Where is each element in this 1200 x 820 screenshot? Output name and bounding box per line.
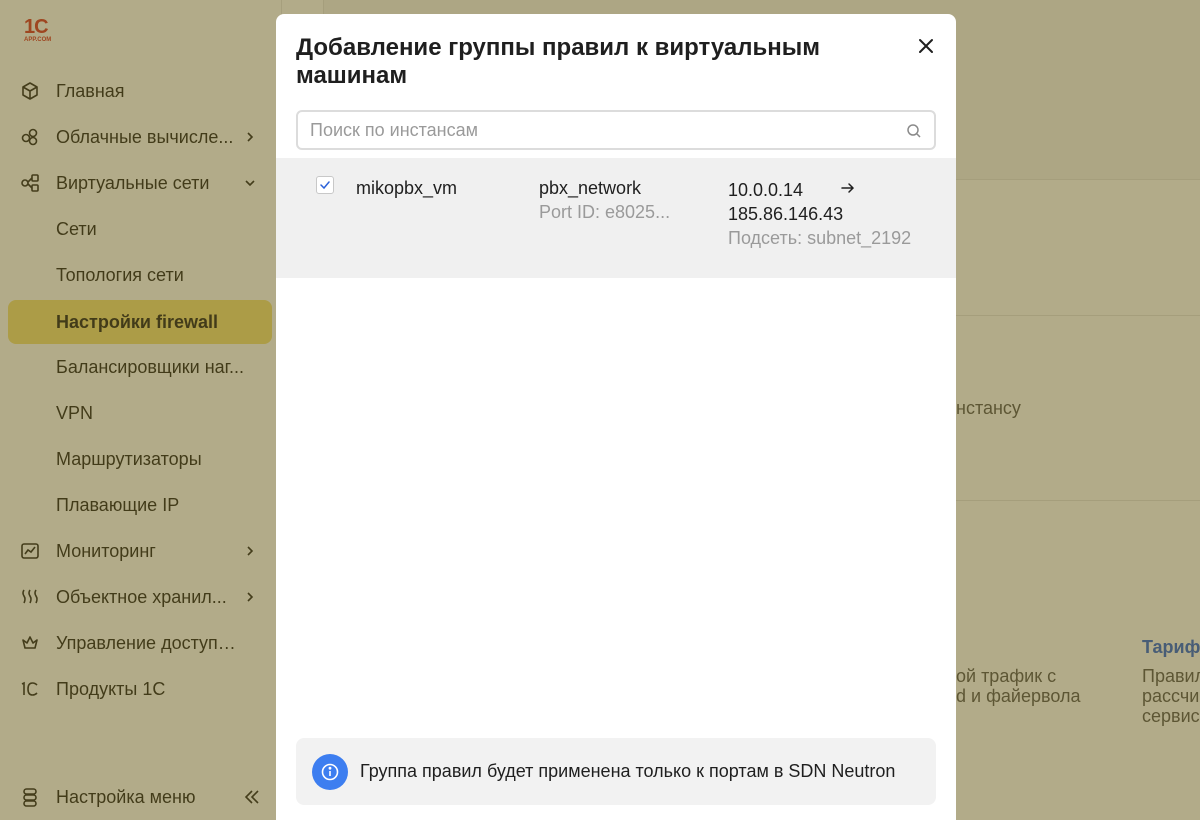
public-ip: 185.86.146.43 [728,204,844,224]
add-rule-group-dialog: Добавление группы правил к виртуальным м… [276,14,956,820]
info-banner: Группа правил будет применена только к п… [296,738,936,805]
dialog-title: Добавление группы правил к виртуальным м… [296,34,820,89]
network-name: pbx_network [539,178,642,198]
port-id: Port ID: e8025... [539,202,671,222]
subnet-name: Подсеть: subnet_2192 [728,228,912,248]
info-icon [312,753,348,790]
search-icon [907,124,921,138]
arrow-right-icon [841,183,855,193]
close-button[interactable] [912,32,940,60]
info-text: Группа правил будет применена только к п… [360,761,896,781]
check-icon [320,181,330,190]
search-box [296,110,936,150]
instance-checkbox[interactable] [316,176,334,194]
instance-name: mikopbx_vm [356,178,458,198]
private-ip: 10.0.0.14 [728,180,804,200]
close-icon [919,39,933,53]
search-input[interactable] [310,119,900,141]
